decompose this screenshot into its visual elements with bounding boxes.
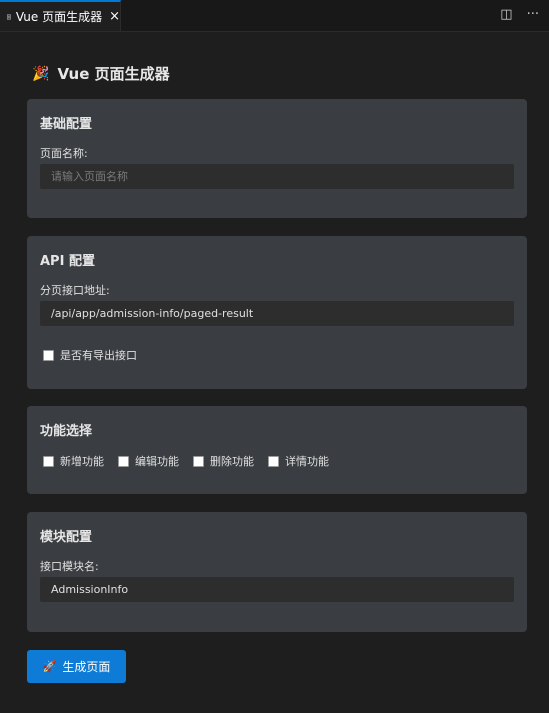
export-checkbox[interactable]: 是否有导出接口 bbox=[43, 347, 137, 363]
page-name-input[interactable] bbox=[40, 164, 514, 189]
checkbox-label: 编辑功能 bbox=[135, 455, 179, 468]
checkbox-label: 新增功能 bbox=[60, 455, 104, 468]
panel-title: 基础配置 bbox=[40, 117, 93, 132]
page-title: 🎉 Vue 页面生成器 bbox=[32, 63, 170, 84]
checkbox-box[interactable] bbox=[193, 455, 204, 467]
checkbox-box[interactable] bbox=[43, 455, 54, 467]
module-name-input[interactable] bbox=[40, 577, 514, 602]
checkbox-box[interactable] bbox=[118, 455, 129, 467]
panel-title: 模块配置 bbox=[40, 530, 93, 545]
more-actions-icon[interactable]: ··· bbox=[527, 8, 539, 21]
edit-feature-checkbox[interactable]: 编辑功能 bbox=[118, 453, 179, 469]
preview-icon bbox=[7, 14, 11, 19]
add-feature-checkbox[interactable]: 新增功能 bbox=[43, 453, 104, 469]
tab-vue-page-generator[interactable]: Vue 页面生成器 × bbox=[0, 0, 121, 31]
module-name-label: 接口模块名: bbox=[40, 560, 99, 573]
features-panel: 功能选择 新增功能 编辑功能 删除功能 详情功能 bbox=[27, 406, 527, 494]
features-options: 新增功能 编辑功能 删除功能 详情功能 bbox=[43, 453, 329, 469]
panel-title: API 配置 bbox=[40, 254, 95, 269]
page-title-text: Vue 页面生成器 bbox=[57, 65, 170, 83]
generate-page-button[interactable]: 🚀 生成页面 bbox=[27, 650, 126, 683]
basic-config-panel: 基础配置 页面名称: bbox=[27, 99, 527, 218]
close-icon[interactable]: × bbox=[109, 10, 120, 23]
editor-tab-bar: Vue 页面生成器 × ◫ ··· bbox=[0, 0, 549, 32]
paged-url-input[interactable] bbox=[40, 301, 514, 326]
checkbox-box[interactable] bbox=[43, 349, 54, 361]
checkbox-label: 详情功能 bbox=[285, 455, 329, 468]
tab-title: Vue 页面生成器 bbox=[15, 10, 103, 24]
tab-actions: ◫ ··· bbox=[500, 8, 539, 21]
split-editor-icon[interactable]: ◫ bbox=[500, 8, 512, 21]
checkbox-box[interactable] bbox=[268, 455, 279, 467]
party-popper-icon: 🎉 bbox=[32, 65, 50, 82]
detail-feature-checkbox[interactable]: 详情功能 bbox=[268, 453, 329, 469]
module-config-panel: 模块配置 接口模块名: bbox=[27, 512, 527, 632]
export-checkbox-label: 是否有导出接口 bbox=[60, 349, 137, 362]
delete-feature-checkbox[interactable]: 删除功能 bbox=[193, 453, 254, 469]
rocket-icon: 🚀 bbox=[42, 660, 57, 673]
api-config-panel: API 配置 分页接口地址: 是否有导出接口 bbox=[27, 236, 527, 389]
checkbox-label: 删除功能 bbox=[210, 455, 254, 468]
page-name-label: 页面名称: bbox=[40, 147, 88, 160]
paged-url-label: 分页接口地址: bbox=[40, 284, 110, 297]
export-checkbox-row: 是否有导出接口 bbox=[43, 347, 137, 363]
panel-title: 功能选择 bbox=[40, 424, 93, 439]
generate-button-label: 生成页面 bbox=[62, 660, 111, 674]
